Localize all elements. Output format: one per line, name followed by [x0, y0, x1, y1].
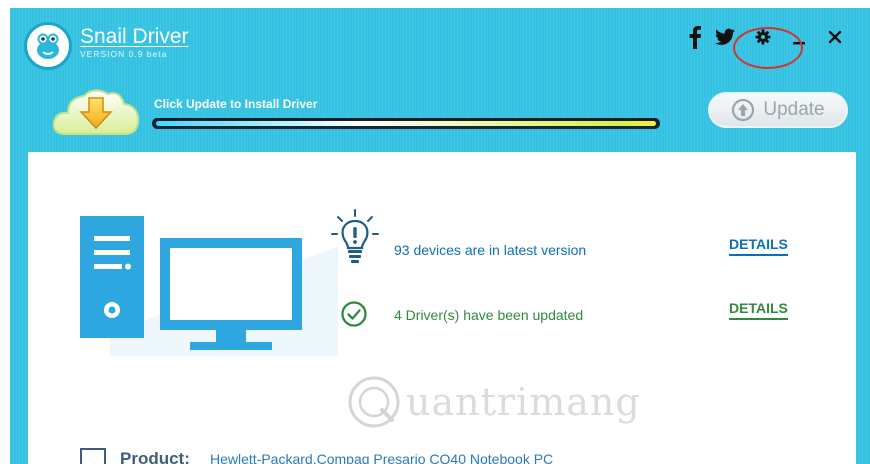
update-progress-bar — [152, 118, 660, 129]
watermark-text: uantrimang — [406, 380, 641, 424]
watermark: uantrimang — [346, 370, 646, 434]
cloud-download-icon — [50, 80, 142, 140]
update-button-label: Update — [763, 99, 825, 120]
details-latest-link[interactable]: DETAILS — [729, 236, 788, 256]
product-label: Product: — [120, 449, 190, 464]
update-message: Click Update to Install Driver — [154, 97, 318, 111]
progress-fill — [156, 121, 656, 126]
main-panel: 93 devices are in latest version DETAILS… — [28, 152, 856, 464]
update-button[interactable]: Update — [708, 92, 848, 128]
product-checkbox[interactable] — [80, 448, 106, 464]
check-circle-icon — [340, 300, 368, 333]
status-latest-text: 93 devices are in latest version — [394, 242, 587, 258]
close-icon[interactable] — [822, 22, 848, 52]
app-version: VERSION 0.9 beta — [80, 49, 168, 59]
twitter-icon[interactable] — [712, 22, 738, 52]
settings-icon[interactable] — [750, 22, 776, 52]
computer-icon — [80, 216, 340, 356]
minimize-icon[interactable] — [786, 22, 812, 52]
lightbulb-icon — [330, 208, 380, 273]
details-updated-link[interactable]: DETAILS — [729, 300, 788, 320]
upload-circle-icon — [732, 98, 755, 122]
app-window: Snail Driver VERSION 0.9 beta Click Upda… — [10, 8, 870, 464]
snail-logo-icon — [24, 22, 72, 70]
watermark-logo-icon — [348, 376, 400, 428]
product-value: Hewlett-Packard.Compaq Presario CQ40 Not… — [210, 451, 554, 464]
facebook-icon[interactable] — [682, 22, 708, 52]
app-title: Snail Driver — [80, 25, 189, 48]
status-updated-text: 4 Driver(s) have been updated — [394, 307, 584, 323]
